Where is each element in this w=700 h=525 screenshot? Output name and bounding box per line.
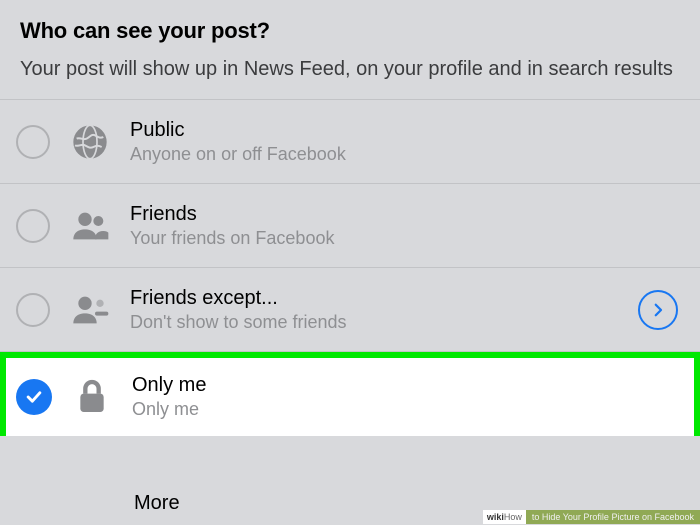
option-labels: Friends Your friends on Facebook — [130, 202, 686, 250]
option-description: Don't show to some friends — [130, 312, 638, 334]
sheet-title: Who can see your post? — [20, 18, 680, 44]
radio-checked[interactable] — [16, 379, 52, 415]
option-label: Friends except... — [130, 286, 638, 310]
attribution-title: to Hide Your Profile Picture on Facebook — [526, 510, 700, 524]
friends-minus-icon — [68, 288, 112, 332]
lock-icon — [70, 375, 114, 419]
option-label: Only me — [132, 373, 686, 397]
option-label: Public — [130, 118, 686, 142]
privacy-option-public[interactable]: Public Anyone on or off Facebook — [0, 100, 700, 184]
radio-unchecked[interactable] — [16, 209, 50, 243]
sheet-subtitle: Your post will show up in News Feed, on … — [0, 56, 700, 99]
privacy-option-friends-except[interactable]: Friends except... Don't show to some fri… — [0, 268, 700, 352]
privacy-option-friends[interactable]: Friends Your friends on Facebook — [0, 184, 700, 268]
option-description: Your friends on Facebook — [130, 228, 686, 250]
attribution-footer: wikiHow to Hide Your Profile Picture on … — [483, 509, 700, 525]
sheet-header: Who can see your post? — [0, 0, 700, 56]
option-description: Anyone on or off Facebook — [130, 144, 686, 166]
privacy-selector-sheet: Who can see your post? Your post will sh… — [0, 0, 700, 525]
option-label: Friends — [130, 202, 686, 226]
attribution-brand: wikiHow — [483, 510, 526, 524]
globe-icon — [68, 120, 112, 164]
option-labels: Only me Only me — [132, 373, 686, 421]
radio-unchecked[interactable] — [16, 293, 50, 327]
radio-unchecked[interactable] — [16, 125, 50, 159]
friends-icon — [68, 204, 112, 248]
chevron-right-icon[interactable] — [638, 290, 678, 330]
option-labels: Public Anyone on or off Facebook — [130, 118, 686, 166]
privacy-option-only-me[interactable]: Only me Only me — [0, 352, 700, 436]
option-description: Only me — [132, 399, 686, 421]
option-labels: Friends except... Don't show to some fri… — [130, 286, 638, 334]
privacy-options-list: Public Anyone on or off Facebook Friends… — [0, 99, 700, 436]
